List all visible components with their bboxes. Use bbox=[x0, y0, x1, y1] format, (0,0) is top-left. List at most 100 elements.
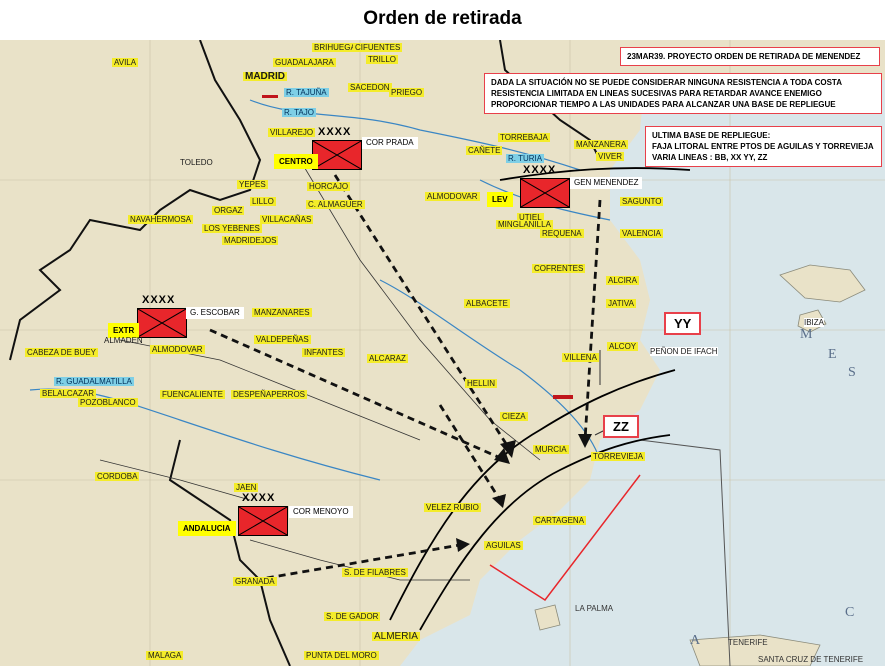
header-box: 23MAR39. PROYECTO ORDEN DE RETIRADA DE M… bbox=[620, 47, 880, 66]
place-horcajo: HORCAJO bbox=[307, 182, 351, 191]
river-tajo: R. TAJO bbox=[282, 108, 316, 117]
place-punta-del-moro: PUNTA DEL MORO bbox=[304, 651, 379, 660]
place-la-palma: LA PALMA bbox=[575, 604, 614, 613]
yy-label: YY bbox=[664, 312, 702, 335]
la-palma-island bbox=[534, 604, 561, 631]
page-title: Orden de retirada bbox=[363, 8, 522, 29]
extr-commander: G. ESCOBAR bbox=[186, 307, 244, 319]
place-murcia: MURCIA bbox=[533, 445, 569, 454]
lev-unit-symbol bbox=[520, 178, 570, 208]
place-toledo: TOLEDO bbox=[180, 158, 213, 167]
sea-letter-e: E bbox=[828, 347, 839, 362]
place-ibiza: IBIZA bbox=[804, 318, 825, 327]
place-manzanera: MANZANERA bbox=[574, 140, 629, 149]
place-penon-de-ifach: PEÑON DE IFACH bbox=[650, 347, 718, 356]
zz-label: ZZ bbox=[603, 415, 639, 438]
place-cieza: CIEZA bbox=[500, 412, 528, 421]
place-cofrentes: COFRENTES bbox=[532, 264, 586, 273]
red-marker bbox=[553, 395, 573, 399]
place-santa-cruz-de-tenerife: SANTA CRUZ DE TENERIFE bbox=[758, 655, 864, 664]
centro-echelon: XXXX bbox=[318, 126, 352, 138]
place-orgaz: ORGAZ bbox=[212, 206, 245, 215]
situation-line-3: PROPORCIONAR TIEMPO A LAS UNIDADES PARA … bbox=[491, 100, 836, 109]
place-almodovar-sur: ALMODOVAR bbox=[150, 345, 205, 354]
place-alcira: ALCIRA bbox=[606, 276, 639, 285]
place-albacete: ALBACETE bbox=[464, 299, 510, 308]
andalucia-unit-symbol bbox=[238, 506, 288, 536]
place-guadalajara: GUADALAJARA bbox=[273, 58, 336, 67]
place-villacanas: VILLACAÑAS bbox=[260, 215, 314, 224]
place-infantes: INFANTES bbox=[302, 348, 346, 357]
place-trillo: TRILLO bbox=[366, 55, 399, 64]
place-madrid: MADRID bbox=[243, 71, 287, 82]
place-avila: AVILA bbox=[112, 58, 139, 67]
place-fuencaliente: FUENCALIENTE bbox=[160, 390, 225, 399]
river-tajuna: R. TAJUÑA bbox=[284, 88, 329, 97]
place-brihuega: BRIHUEGA bbox=[312, 43, 358, 52]
extr-echelon: XXXX bbox=[142, 294, 176, 306]
place-belalcazar: BELALCAZAR bbox=[40, 389, 97, 398]
place-villarejo: VILLAREJO bbox=[268, 128, 316, 137]
centro-commander: COR PRADA bbox=[362, 137, 418, 149]
place-cabeza-de-buey: CABEZA DE BUEY bbox=[25, 348, 98, 357]
lev-tag: LEV bbox=[487, 192, 513, 207]
place-madridejos: MADRIDEJOS bbox=[222, 236, 279, 245]
place-manzanares: MANZANARES bbox=[252, 308, 312, 317]
header-box-text: 23MAR39. PROYECTO ORDEN DE RETIRADA DE M… bbox=[627, 52, 861, 61]
base-line-2: FAJA LITORAL ENTRE PTOS DE AGUILAS Y TOR… bbox=[652, 142, 874, 151]
base-line-1: ULTIMA BASE DE REPLIEGUE: bbox=[652, 131, 771, 140]
place-jativa: JATIVA bbox=[606, 299, 636, 308]
sea-letter-c: C bbox=[845, 605, 857, 620]
river-guadalmatilla: R. GUADALMATILLA bbox=[54, 377, 134, 386]
andalucia-commander: COR MENOYO bbox=[289, 506, 353, 518]
base-box: ULTIMA BASE DE REPLIEGUE: FAJA LITORAL E… bbox=[645, 126, 882, 167]
place-aguilas: AGUILAS bbox=[484, 541, 523, 550]
situation-box: DADA LA SITUACIÓN NO SE PUEDE CONSIDERAR… bbox=[484, 73, 882, 114]
place-canete: CAÑETE bbox=[466, 146, 503, 155]
place-s-de-gador: S. DE GADOR bbox=[324, 612, 381, 621]
place-sacedon: SACEDON bbox=[348, 83, 392, 92]
place-cartagena: CARTAGENA bbox=[533, 516, 587, 525]
place-sagunto: SAGUNTO bbox=[620, 197, 664, 206]
place-velez-rubio: VELEZ RUBIO bbox=[424, 503, 481, 512]
sea-letter-a: A bbox=[690, 633, 703, 648]
place-navahermosa: NAVAHERMOSA bbox=[128, 215, 194, 224]
place-alcaraz: ALCARAZ bbox=[367, 354, 408, 363]
place-torrevieja: TORREVIEJA bbox=[591, 452, 646, 461]
place-cifuentes: CIFUENTES bbox=[353, 43, 403, 52]
place-cordoba: CORDOBA bbox=[95, 472, 140, 481]
place-c-almaguer: C. ALMAGUER bbox=[306, 200, 365, 209]
river-turia: R. TURIA bbox=[506, 154, 545, 163]
centro-tag: CENTRO bbox=[274, 154, 318, 169]
place-viver: VIVER bbox=[596, 152, 625, 161]
lev-echelon: XXXX bbox=[523, 164, 557, 176]
place-priego: PRIEGO bbox=[389, 88, 425, 97]
place-alcoy: ALCOY bbox=[607, 342, 639, 351]
lev-commander: GEN MENENDEZ bbox=[570, 177, 643, 189]
map: 23MAR39. PROYECTO ORDEN DE RETIRADA DE M… bbox=[0, 40, 885, 666]
place-villena: VILLENA bbox=[562, 353, 599, 362]
andalucia-tag: ANDALUCIA bbox=[178, 521, 236, 536]
situation-line-1: DADA LA SITUACIÓN NO SE PUEDE CONSIDERAR… bbox=[491, 78, 842, 87]
extr-unit-symbol bbox=[137, 308, 187, 338]
place-requena: REQUENA bbox=[540, 229, 584, 238]
place-los-yebenes: LOS YEBENES bbox=[202, 224, 262, 233]
place-almeria: ALMERIA bbox=[372, 631, 420, 642]
place-granada: GRANADA bbox=[233, 577, 277, 586]
place-pozoblanco: POZOBLANCO bbox=[78, 398, 138, 407]
place-valdepenas: VALDEPEÑAS bbox=[254, 335, 311, 344]
place-almodovar: ALMODOVAR bbox=[425, 192, 480, 201]
sea-letter-m: M bbox=[800, 327, 815, 342]
place-jaen: JAEN bbox=[234, 483, 259, 492]
place-yepes: YEPES bbox=[237, 180, 268, 189]
place-valencia: VALENCIA bbox=[620, 229, 663, 238]
place-malaga: MALAGA bbox=[146, 651, 184, 660]
situation-line-2: RESISTENCIA LIMITADA EN LINEAS SUCESIVAS… bbox=[491, 89, 822, 98]
centro-unit-symbol bbox=[312, 140, 362, 170]
sea-letter-s: S bbox=[848, 365, 858, 380]
red-marker-madrid bbox=[262, 95, 278, 98]
place-lillo: LILLO bbox=[250, 197, 276, 206]
place-almaden: ALMADEN bbox=[104, 336, 143, 345]
place-torrebaja: TORREBAJA bbox=[498, 133, 550, 142]
andalucia-echelon: XXXX bbox=[242, 492, 276, 504]
